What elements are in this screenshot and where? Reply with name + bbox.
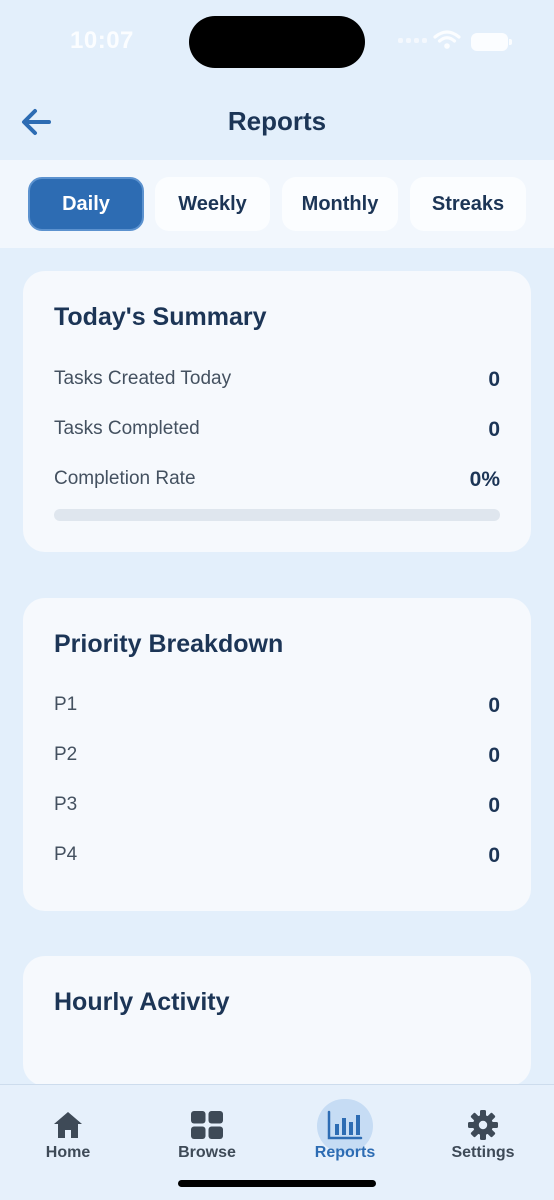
status-bar: 10:07 bbox=[0, 0, 554, 84]
wifi-icon bbox=[433, 30, 461, 49]
report-tabs: Daily Weekly Monthly Streaks bbox=[0, 160, 554, 248]
priority-p2-label: P2 bbox=[54, 744, 78, 765]
tab-streaks[interactable]: Streaks bbox=[410, 177, 526, 231]
nav-browse-label: Browse bbox=[178, 1144, 236, 1161]
cellular-signal-icon bbox=[398, 38, 427, 43]
gear-icon bbox=[465, 1109, 501, 1141]
nav-reports[interactable]: Reports bbox=[285, 1085, 405, 1175]
completion-progress-bar bbox=[54, 509, 500, 521]
tasks-completed-value: 0 bbox=[488, 418, 500, 441]
tab-daily[interactable]: Daily bbox=[28, 177, 144, 231]
home-indicator bbox=[178, 1180, 376, 1187]
battery-icon bbox=[471, 33, 512, 51]
priority-p4-value: 0 bbox=[488, 844, 500, 867]
priority-card: Priority Breakdown P1 0 P2 0 P3 0 P4 0 bbox=[23, 598, 531, 911]
priority-p3-label: P3 bbox=[54, 794, 78, 815]
hourly-activity-card: Hourly Activity bbox=[23, 956, 531, 1086]
priority-p1-value: 0 bbox=[488, 694, 500, 717]
summary-title: Today's Summary bbox=[54, 303, 267, 331]
hourly-activity-title: Hourly Activity bbox=[54, 988, 230, 1016]
completion-rate-label: Completion Rate bbox=[54, 468, 196, 489]
priority-p3-value: 0 bbox=[488, 794, 500, 817]
bar-chart-icon bbox=[327, 1109, 363, 1141]
completion-rate-value: 0% bbox=[469, 468, 500, 491]
tab-monthly[interactable]: Monthly bbox=[282, 177, 398, 231]
priority-title: Priority Breakdown bbox=[54, 630, 284, 658]
tab-weekly[interactable]: Weekly bbox=[155, 177, 270, 231]
nav-home[interactable]: Home bbox=[8, 1085, 128, 1175]
tasks-completed-label: Tasks Completed bbox=[54, 418, 200, 439]
nav-settings-label: Settings bbox=[451, 1144, 515, 1161]
priority-p4-label: P4 bbox=[54, 844, 78, 865]
header: Reports bbox=[0, 84, 554, 160]
nav-reports-label: Reports bbox=[314, 1144, 376, 1161]
nav-browse[interactable]: Browse bbox=[147, 1085, 267, 1175]
page-title: Reports bbox=[227, 106, 327, 136]
nav-home-label: Home bbox=[45, 1144, 91, 1161]
nav-settings[interactable]: Settings bbox=[423, 1085, 543, 1175]
summary-card: Today's Summary Tasks Created Today 0 Ta… bbox=[23, 271, 531, 552]
grid-icon bbox=[189, 1109, 225, 1141]
reports-screen: 10:07 Reports Daily Weekly Monthly Strea… bbox=[0, 0, 554, 1200]
priority-p1-label: P1 bbox=[54, 694, 78, 715]
home-icon bbox=[50, 1109, 86, 1141]
priority-p2-value: 0 bbox=[488, 744, 500, 767]
dynamic-island bbox=[189, 16, 365, 68]
tasks-created-value: 0 bbox=[488, 368, 500, 391]
tasks-created-label: Tasks Created Today bbox=[54, 368, 232, 389]
status-time: 10:07 bbox=[70, 27, 134, 54]
